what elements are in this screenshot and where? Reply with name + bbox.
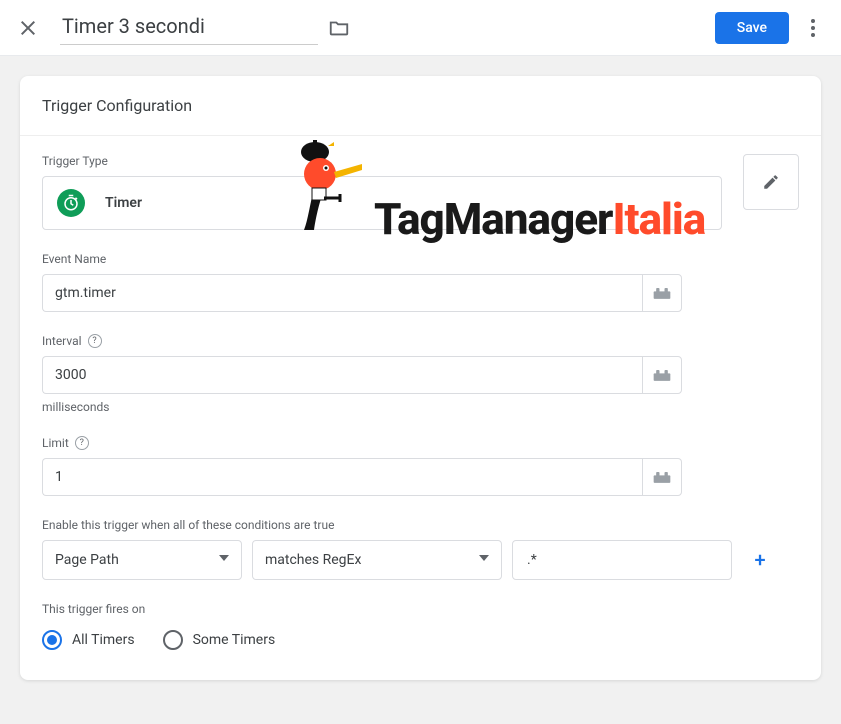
variable-picker-button[interactable]: [642, 274, 682, 312]
trigger-name-input[interactable]: [60, 10, 318, 45]
trigger-type-name: Timer: [105, 195, 142, 211]
interval-input[interactable]: [42, 356, 642, 394]
radio-all-timers[interactable]: All Timers: [42, 630, 135, 650]
trigger-config-panel: TagManagerItalia Trigger Configuration T…: [20, 76, 821, 680]
conditions-label: Enable this trigger when all of these co…: [42, 518, 799, 532]
pencil-icon: [762, 173, 780, 191]
trigger-type-label: Trigger Type: [42, 154, 799, 168]
limit-label: Limit: [42, 436, 69, 450]
trigger-type-selector: Timer: [42, 176, 722, 230]
panel-title: Trigger Configuration: [20, 76, 821, 136]
folder-icon[interactable]: [328, 17, 350, 39]
save-button[interactable]: Save: [715, 12, 789, 44]
variable-picker-button[interactable]: [642, 458, 682, 496]
chevron-down-icon: [219, 555, 229, 565]
condition-value-input[interactable]: [525, 551, 719, 569]
variable-picker-button[interactable]: [642, 356, 682, 394]
add-condition-button[interactable]: +: [742, 540, 778, 580]
edit-trigger-type-button[interactable]: [743, 154, 799, 210]
radio-some-timers[interactable]: Some Timers: [163, 630, 276, 650]
chevron-down-icon: [479, 555, 489, 565]
radio-icon: [42, 630, 62, 650]
help-icon[interactable]: ?: [75, 436, 89, 450]
condition-operator-select[interactable]: matches RegEx: [252, 540, 502, 580]
radio-icon: [163, 630, 183, 650]
interval-unit: milliseconds: [42, 400, 799, 414]
close-icon[interactable]: [16, 16, 40, 40]
event-name-input[interactable]: [42, 274, 642, 312]
more-menu-icon[interactable]: [801, 16, 825, 40]
timer-icon: [57, 189, 85, 217]
interval-label: Interval: [42, 334, 82, 348]
lego-icon: [652, 368, 672, 382]
event-name-label: Event Name: [42, 252, 799, 266]
lego-icon: [652, 470, 672, 484]
help-icon[interactable]: ?: [88, 334, 102, 348]
lego-icon: [652, 286, 672, 300]
fires-on-label: This trigger fires on: [42, 602, 799, 616]
limit-input[interactable]: [42, 458, 642, 496]
condition-value-input-wrapper: [512, 540, 732, 580]
condition-variable-select[interactable]: Page Path: [42, 540, 242, 580]
